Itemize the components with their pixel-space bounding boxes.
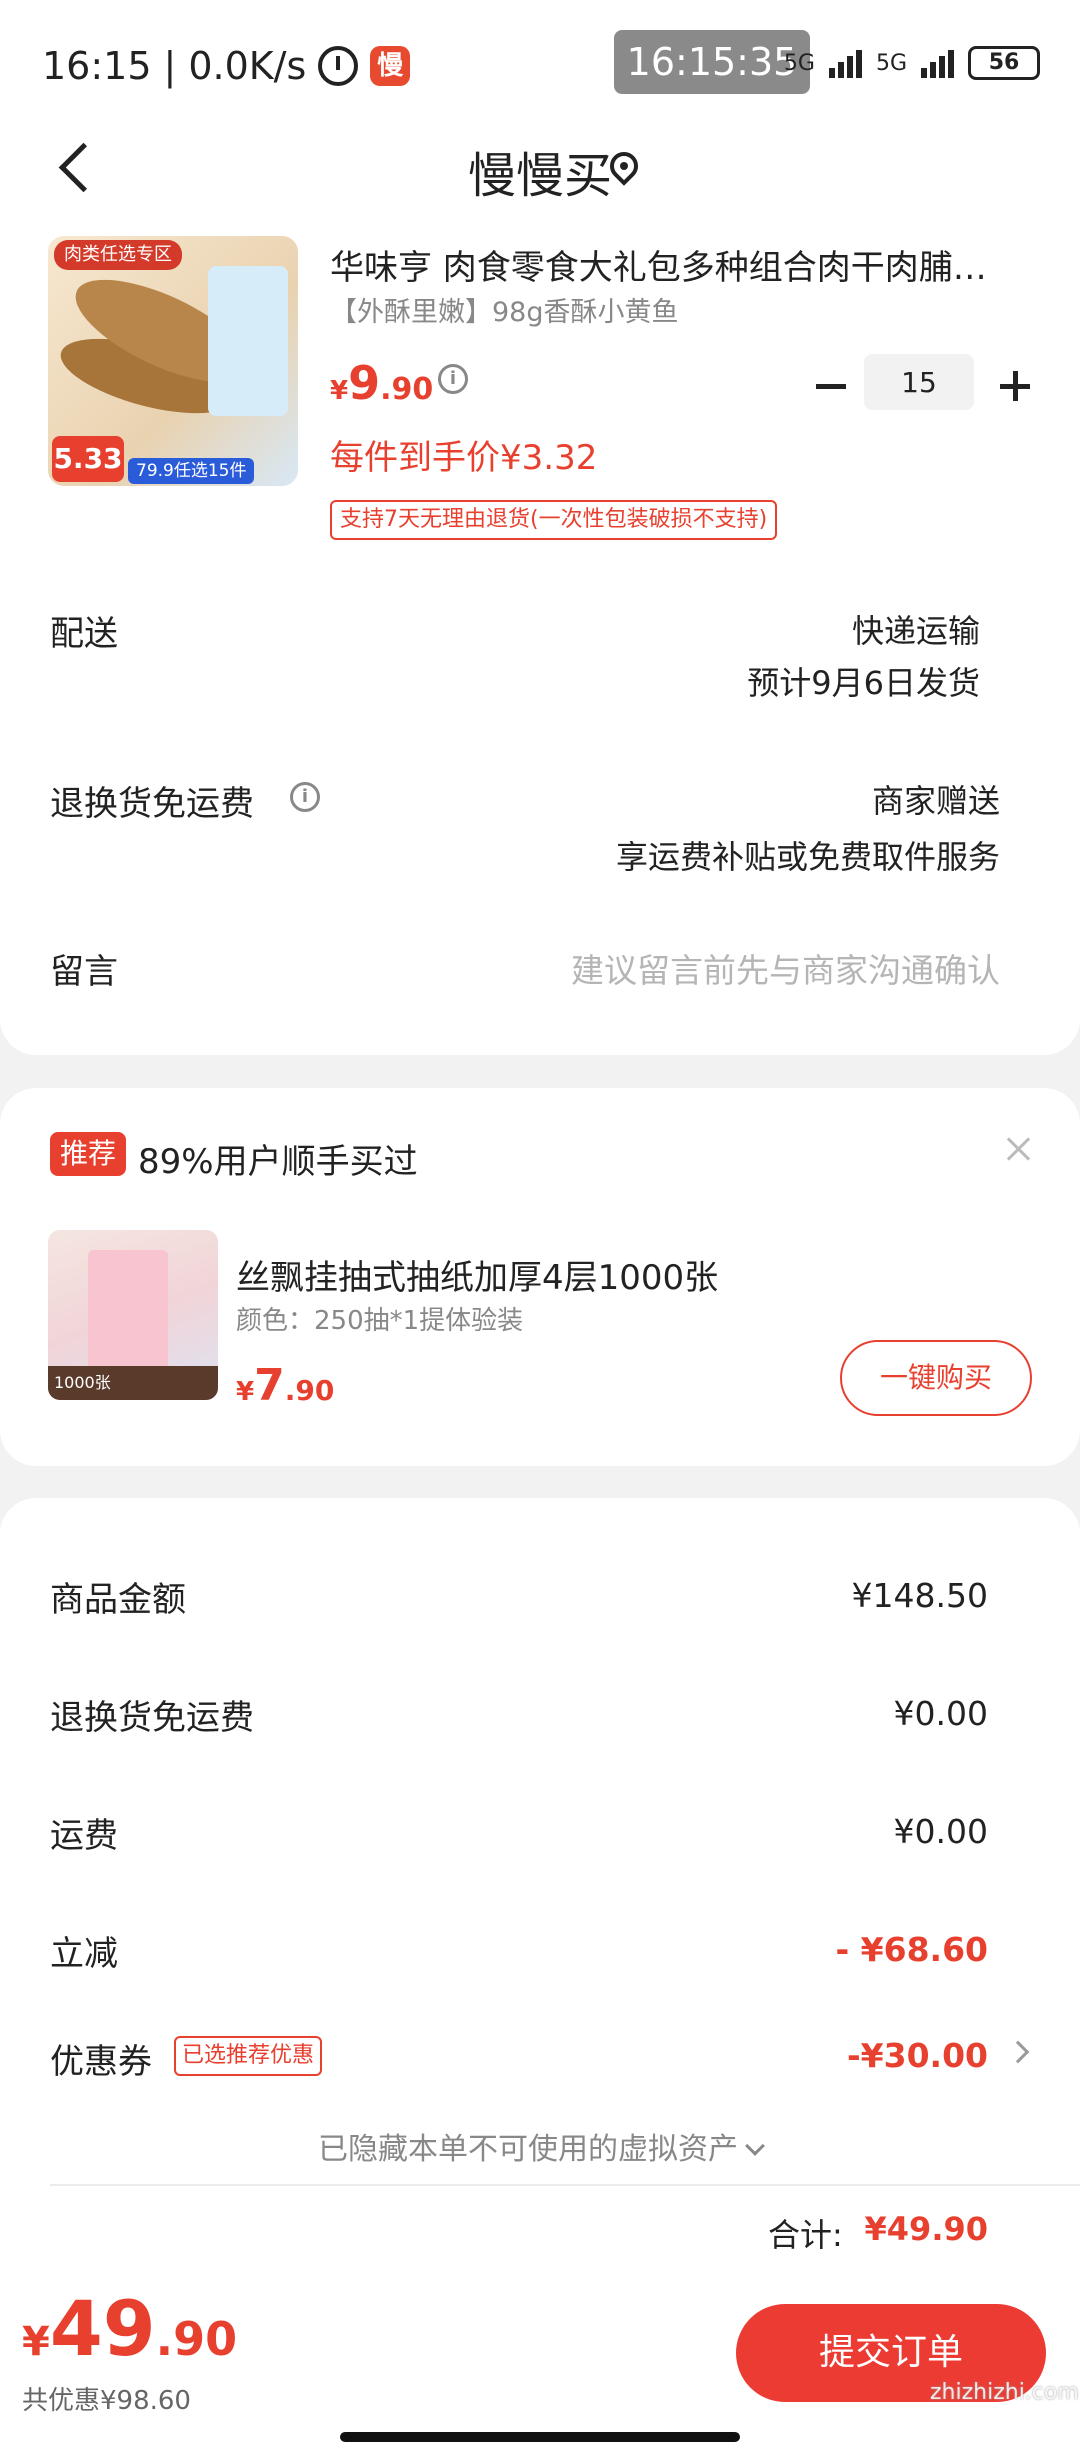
product-price: ¥9.90 [330, 356, 434, 410]
message-label: 留言 [50, 952, 118, 992]
delivery-label: 配送 [50, 614, 118, 654]
signal-icon-2 [921, 48, 954, 78]
product-title[interactable]: 华味亨 肉食零食大礼包多种组合肉干肉脯… [330, 240, 1030, 289]
network-type-1: 5G [783, 50, 815, 76]
shipping-fee-label: 运费 [50, 1816, 118, 1856]
recommend-product-image[interactable]: 1000张 [48, 1230, 218, 1400]
app-notification-icon: 慢 [370, 46, 411, 86]
alarm-icon [318, 46, 359, 86]
product-spec[interactable]: 【外酥里嫩】98g香酥小黄鱼 [330, 290, 679, 329]
quantity-input[interactable] [864, 354, 974, 410]
delivery-eta: 预计9月6日发货 [747, 664, 980, 702]
screenshot-time-overlay: 16:15:35 [614, 30, 810, 94]
discount-value: - ¥68.60 [835, 1930, 988, 1969]
close-icon[interactable] [1004, 1134, 1034, 1164]
quantity-decrease-button[interactable] [812, 366, 852, 406]
battery-icon: 56 [968, 46, 1040, 80]
status-right: 5G 5G 56 [784, 46, 1040, 80]
return-shipping-label: 退换货免运费 [50, 784, 254, 824]
hidden-assets-note[interactable]: 已隐藏本单不可使用的虚拟资产 [0, 2124, 1080, 2168]
return-fee-label: 退换货免运费 [50, 1698, 254, 1738]
discount-label: 立减 [50, 1934, 118, 1974]
delivery-method: 快递运输 [851, 612, 980, 650]
message-input[interactable]: 建议留言前先与商家沟通确认 [571, 944, 1000, 992]
goods-amount-value: ¥148.50 [851, 1576, 988, 1615]
unit-price: 每件到手价¥3.32 [330, 438, 598, 478]
chevron-down-icon [745, 2136, 765, 2156]
quantity-increase-button[interactable] [996, 366, 1036, 406]
signal-icon [828, 48, 862, 78]
coupon-value[interactable]: -¥30.00 [847, 2036, 988, 2075]
return-policy-tag: 支持7天无理由退货(一次性包装破损不支持) [330, 500, 778, 540]
recommend-product-price: ¥7.90 [236, 1360, 335, 1411]
product-image[interactable]: 肉类任选专区 5.33 79.9任选15件 [48, 236, 298, 486]
goods-amount-label: 商品金额 [50, 1580, 186, 1620]
total-label: 合计: [768, 2216, 843, 2254]
return-fee-value: ¥0.00 [893, 1694, 988, 1733]
return-shipping-detail: 享运费补贴或免费取件服务 [615, 838, 1000, 876]
one-click-buy-button[interactable]: 一键购买 [840, 1340, 1032, 1416]
status-time: 16:15 [42, 44, 152, 88]
product-image-price: 5.33 [52, 436, 124, 482]
coupon-tag[interactable]: 已选推荐优惠 [174, 2036, 323, 2076]
price-info-icon[interactable]: i [438, 364, 468, 394]
page-title: 慢慢买 [467, 148, 612, 204]
coupon-label[interactable]: 优惠券 [50, 2034, 152, 2083]
recommend-product-spec: 颜色：250抽*1提体验装 [236, 1306, 524, 1336]
network-type-2: 5G [875, 50, 907, 76]
product-image-promo: 79.9任选15件 [128, 458, 255, 484]
network-speed: 0.0K/s [188, 44, 307, 88]
final-price: ¥49.90 [22, 2284, 238, 2373]
return-shipping-value: 商家赠送 [871, 782, 1000, 820]
recommend-product-name[interactable]: 丝飘挂抽式抽纸加厚4层1000张 [236, 1250, 718, 1299]
watermark: zhizhizhi.com [930, 2380, 1079, 2405]
shipping-fee-value: ¥0.00 [893, 1812, 988, 1851]
status-left: 16:15 | 0.0K/s 慢 [42, 44, 411, 88]
return-shipping-info-icon[interactable]: i [290, 782, 320, 812]
recommend-badge: 推荐 [50, 1132, 127, 1176]
home-indicator[interactable] [340, 2432, 740, 2442]
total-saving: 共优惠¥98.60 [22, 2386, 191, 2416]
product-image-tag: 肉类任选专区 [54, 240, 182, 270]
total-value: ¥49.90 [864, 2210, 988, 2248]
recommend-image-strip: 1000张 [48, 1366, 218, 1400]
status-bar: 16:15 | 0.0K/s 慢 16:15:35 5G 5G 56 [0, 0, 1080, 120]
divider [50, 2184, 1080, 2186]
recommend-title: 89%用户顺手买过 [138, 1142, 418, 1182]
